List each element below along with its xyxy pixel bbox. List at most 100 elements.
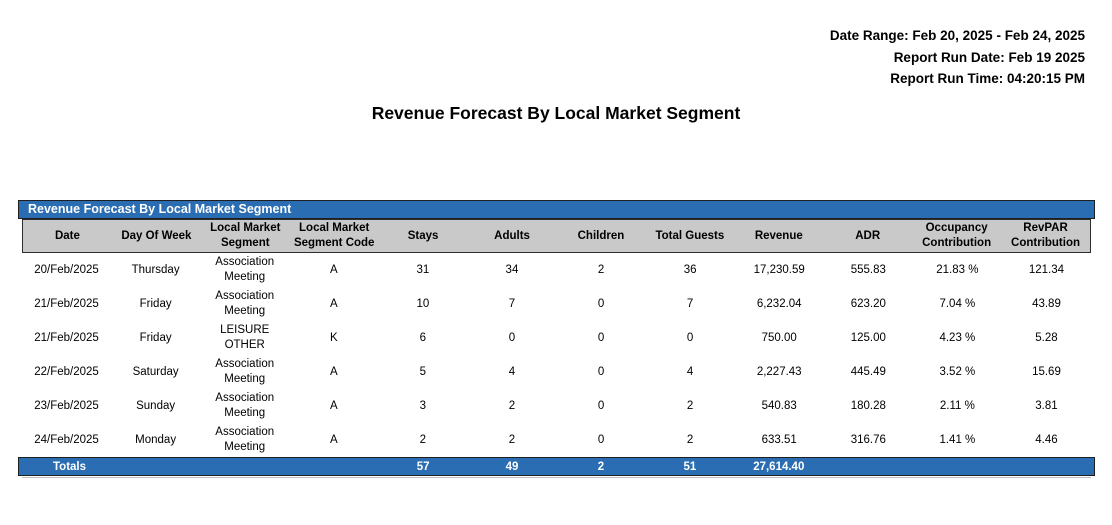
table-cell: A [289,355,378,389]
table-cell: 21.83 % [913,253,1002,287]
table-cell: 0 [557,423,646,457]
table-row: 21/Feb/2025FridayAssociation MeetingA107… [22,287,1091,321]
column-header-day-of-week: Day Of Week [112,220,201,252]
table-cell: Sunday [111,389,200,423]
totals-label: Totals [23,458,112,475]
table-cell: 540.83 [735,389,824,423]
table-cell: Association Meeting [200,423,289,457]
table-row: 20/Feb/2025ThursdayAssociation MeetingA3… [22,253,1091,287]
table-cell: 750.00 [735,321,824,355]
table-cell: 6,232.04 [735,287,824,321]
totals-cell [290,458,379,475]
totals-cell [201,458,290,475]
table-cell: 2 [557,253,646,287]
table-cell: Association Meeting [200,389,289,423]
totals-cell [1001,458,1090,475]
column-header-local-market-segment-code: Local Market Segment Code [290,220,379,252]
table-cell: Association Meeting [200,253,289,287]
table-cell: A [289,389,378,423]
table-cell: 5.28 [1002,321,1091,355]
table-cell: K [289,321,378,355]
table-cell: 445.49 [824,355,913,389]
table-cell: 4.46 [1002,423,1091,457]
totals-cell [823,458,912,475]
table-cell: A [289,287,378,321]
column-header-revenue: Revenue [734,220,823,252]
table-cell: 3.52 % [913,355,1002,389]
totals-cell [912,458,1001,475]
table-title-bar: Revenue Forecast By Local Market Segment [18,200,1095,219]
table-cell: 121.34 [1002,253,1091,287]
table-body: 20/Feb/2025ThursdayAssociation MeetingA3… [22,253,1091,457]
table-cell: Association Meeting [200,287,289,321]
table-cell: 17,230.59 [735,253,824,287]
table-cell: 0 [557,355,646,389]
report-meta: Date Range: Feb 20, 2025 - Feb 24, 2025 … [830,25,1085,90]
table-cell: 21/Feb/2025 [22,321,111,355]
column-header-revpar-contribution: RevPAR Contribution [1001,220,1090,252]
column-header-stays: Stays [379,220,468,252]
table-cell: 43.89 [1002,287,1091,321]
table-row: 22/Feb/2025SaturdayAssociation MeetingA5… [22,355,1091,389]
totals-cell: 27,614.40 [734,458,823,475]
table-cell: 23/Feb/2025 [22,389,111,423]
table-cell: 5 [378,355,467,389]
table-cell: 7 [646,287,735,321]
column-header-adults: Adults [468,220,557,252]
table-cell: 4 [646,355,735,389]
table-cell: 3.81 [1002,389,1091,423]
table-cell: 0 [467,321,556,355]
column-header-occupancy-contribution: Occupancy Contribution [912,220,1001,252]
table-cell: 2 [646,389,735,423]
table-cell: 2 [646,423,735,457]
totals-cell: 49 [468,458,557,475]
table-cell: 4 [467,355,556,389]
table-row: 23/Feb/2025SundayAssociation MeetingA320… [22,389,1091,423]
table-cell: 22/Feb/2025 [22,355,111,389]
table-cell: 316.76 [824,423,913,457]
table-cell: 125.00 [824,321,913,355]
table-cell: 3 [378,389,467,423]
table-row: 21/Feb/2025FridayLEISURE OTHERK6000750.0… [22,321,1091,355]
column-header-children: Children [556,220,645,252]
table-cell: 623.20 [824,287,913,321]
table-cell: 21/Feb/2025 [22,287,111,321]
table-cell: 2,227.43 [735,355,824,389]
column-header-date: Date [23,220,112,252]
table-cell: 0 [557,321,646,355]
table-cell: 4.23 % [913,321,1002,355]
table-cell: 2 [467,423,556,457]
table-cell: Thursday [111,253,200,287]
table-cell: A [289,423,378,457]
table-cell: 0 [557,287,646,321]
table-cell: 2.11 % [913,389,1002,423]
totals-cell: 51 [645,458,734,475]
table-cell: 0 [646,321,735,355]
totals-grid: Totals574925127,614.40 [19,458,1094,475]
table-cell: 0 [557,389,646,423]
table-header-row: DateDay Of WeekLocal Market SegmentLocal… [22,219,1091,253]
table-cell: 6 [378,321,467,355]
column-header-total-guests: Total Guests [645,220,734,252]
table-row: 24/Feb/2025MondayAssociation MeetingA220… [22,423,1091,457]
report-run-date-text: Report Run Date: Feb 19 2025 [830,47,1085,69]
table-cell: 2 [467,389,556,423]
page-title: Revenue Forecast By Local Market Segment [0,103,1112,124]
table-cell: 10 [378,287,467,321]
table-cell: 34 [467,253,556,287]
table-cell: 633.51 [735,423,824,457]
table-cell: 1.41 % [913,423,1002,457]
table-cell: 7.04 % [913,287,1002,321]
column-header-local-market-segment: Local Market Segment [201,220,290,252]
table-cell: Saturday [111,355,200,389]
table-cell: 180.28 [824,389,913,423]
table-cell: 2 [378,423,467,457]
table-cell: 36 [646,253,735,287]
revenue-forecast-table: Revenue Forecast By Local Market Segment… [18,200,1095,478]
table-cell: LEISURE OTHER [200,321,289,355]
totals-cell: 2 [556,458,645,475]
table-cell: 20/Feb/2025 [22,253,111,287]
table-bottom-rule [22,477,1091,478]
table-cell: 555.83 [824,253,913,287]
table-cell: 15.69 [1002,355,1091,389]
